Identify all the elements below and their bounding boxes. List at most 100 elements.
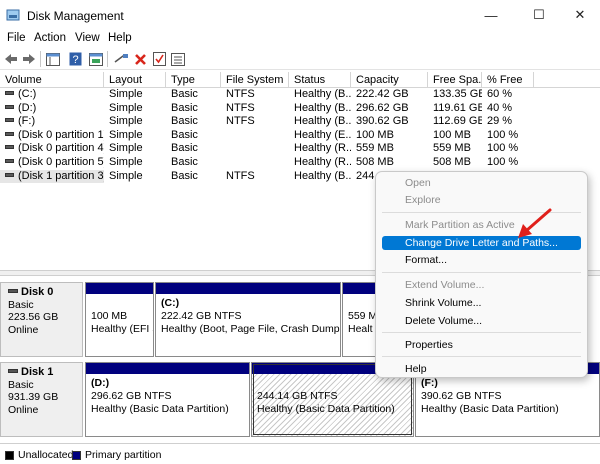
free-space-cell: 112.69 GB — [433, 115, 482, 128]
menu-item-extend-volume[interactable]: Extend Volume... — [382, 278, 581, 292]
type-cell: Basic — [171, 156, 198, 168]
percent-free-cell: 100 % — [487, 142, 519, 155]
capacity-cell: 296.62 GB — [356, 101, 409, 114]
check-icon[interactable] — [151, 51, 167, 67]
percent-free-cell: 60 % — [487, 88, 513, 100]
table-row[interactable]: (D:) Simple Basic NTFS Healthy (B... 296… — [0, 102, 600, 116]
menu-separator — [382, 272, 581, 273]
volume-list-header: Volume Layout Type File System Status Ca… — [0, 72, 600, 88]
title-bar: Disk Management — ☐ ✕ — [0, 0, 600, 30]
list-icon[interactable] — [170, 51, 186, 67]
disk-0-label[interactable]: Disk 0 Basic 223.56 GB Online — [0, 282, 83, 357]
close-button[interactable]: ✕ — [560, 0, 600, 30]
column-header-volume[interactable]: Volume — [0, 72, 104, 88]
free-space-cell: 100 MB — [433, 128, 471, 141]
help-icon[interactable]: ? — [67, 51, 83, 67]
layout-cell: Simple — [109, 88, 143, 100]
disk-management-icon — [6, 9, 20, 21]
menu-file[interactable]: File — [7, 32, 26, 44]
capacity-cell: 559 MB — [356, 142, 394, 155]
legend-bar: Unallocated Primary partition — [0, 443, 600, 464]
status-cell: Healthy (E... — [294, 128, 351, 141]
connect-icon[interactable] — [113, 51, 129, 67]
column-header-type[interactable]: Type — [166, 72, 221, 88]
percent-free-cell: 100 % — [487, 156, 519, 168]
percent-free-cell: 29 % — [487, 115, 513, 128]
status-cell: Healthy (R... — [294, 142, 351, 155]
type-cell: Basic — [171, 128, 198, 141]
toolbar-separator — [40, 51, 41, 67]
drive-icon — [5, 91, 14, 96]
forward-icon[interactable] — [21, 51, 37, 67]
column-header-status[interactable]: Status — [289, 72, 351, 88]
type-cell: Basic — [171, 115, 198, 128]
drive-icon — [5, 172, 14, 177]
volume-name-cell: (D:) — [0, 102, 104, 116]
maximize-button[interactable]: ☐ — [516, 0, 562, 30]
disk-state: Online — [8, 323, 39, 336]
partition-block[interactable]: (D:) 296.62 GB NTFS Healthy (Basic Data … — [85, 362, 250, 437]
disk-icon — [8, 289, 18, 294]
disk-icon — [8, 369, 18, 374]
layout-cell: Simple — [109, 128, 143, 141]
menu-bar: File Action View Help — [0, 30, 600, 48]
menu-separator — [382, 356, 581, 357]
table-row[interactable]: (Disk 0 partition 4) Simple Basic Health… — [0, 142, 600, 156]
table-row[interactable]: (Disk 0 partition 1) Simple Basic Health… — [0, 129, 600, 143]
partition-block[interactable]: 100 MB Healthy (EFI S — [85, 282, 154, 357]
legend-unallocated: Unallocated — [18, 449, 74, 461]
delete-icon[interactable] — [132, 51, 148, 67]
window-title: Disk Management — [27, 9, 124, 23]
type-cell: Basic — [171, 88, 198, 100]
menu-help[interactable]: Help — [108, 32, 132, 44]
menu-action[interactable]: Action — [34, 32, 66, 44]
disk-1-label[interactable]: Disk 1 Basic 931.39 GB Online — [0, 362, 83, 437]
table-row[interactable]: (C:) Simple Basic NTFS Healthy (B... 222… — [0, 88, 600, 102]
back-icon[interactable] — [3, 51, 19, 67]
volume-name-cell: (Disk 0 partition 1) — [0, 129, 104, 143]
legend-primary-partition: Primary partition — [85, 449, 162, 461]
menu-item-explore[interactable]: Explore — [382, 193, 581, 207]
column-header-free-space[interactable]: Free Spa... — [428, 72, 482, 88]
partition-bar — [86, 363, 249, 374]
status-cell: Healthy (B... — [294, 115, 351, 128]
primary-partition-swatch — [72, 451, 81, 460]
volume-name-cell: (Disk 0 partition 5) — [0, 156, 104, 170]
disk-size: 931.39 GB — [8, 391, 59, 403]
type-cell: Basic — [171, 169, 198, 182]
volume-name-cell: (F:) — [0, 115, 104, 129]
column-header-layout[interactable]: Layout — [104, 72, 166, 88]
menu-item-delete-volume[interactable]: Delete Volume... — [382, 314, 581, 328]
red-arrow-icon — [518, 208, 552, 238]
column-header-file-system[interactable]: File System — [221, 72, 289, 88]
status-cell: Healthy (B... — [294, 169, 351, 182]
layout-cell: Simple — [109, 156, 143, 168]
svg-text:?: ? — [72, 54, 78, 66]
menu-item-open[interactable]: Open — [382, 176, 581, 190]
menu-item-properties[interactable]: Properties — [382, 338, 581, 352]
menu-item-help[interactable]: Help — [382, 362, 581, 376]
disk-size: 223.56 GB — [8, 311, 59, 323]
properties-icon[interactable] — [88, 51, 104, 67]
free-space-cell: 508 MB — [433, 156, 471, 168]
column-header-capacity[interactable]: Capacity — [351, 72, 428, 88]
drive-icon — [5, 145, 14, 150]
partition-block[interactable]: (C:) 222.42 GB NTFS Healthy (Boot, Page … — [155, 282, 341, 357]
menu-item-shrink-volume[interactable]: Shrink Volume... — [382, 296, 581, 310]
table-row[interactable]: (F:) Simple Basic NTFS Healthy (B... 390… — [0, 115, 600, 129]
disk-type: Basic — [8, 298, 34, 311]
file-system-cell: NTFS — [226, 101, 255, 114]
console-tree-icon[interactable] — [45, 51, 61, 67]
capacity-cell: 508 MB — [356, 156, 394, 168]
table-row[interactable]: (Disk 0 partition 5) Simple Basic Health… — [0, 156, 600, 170]
layout-cell: Simple — [109, 115, 143, 128]
toolbar: ? — [0, 48, 600, 70]
menu-item-format[interactable]: Format... — [382, 253, 581, 267]
file-system-cell: NTFS — [226, 169, 255, 182]
menu-view[interactable]: View — [75, 32, 100, 44]
status-cell: Healthy (B... — [294, 101, 351, 114]
status-cell: Healthy (B... — [294, 88, 351, 100]
minimize-button[interactable]: — — [468, 0, 514, 30]
menu-separator — [382, 332, 581, 333]
column-header-percent-free[interactable]: % Free — [482, 72, 534, 88]
